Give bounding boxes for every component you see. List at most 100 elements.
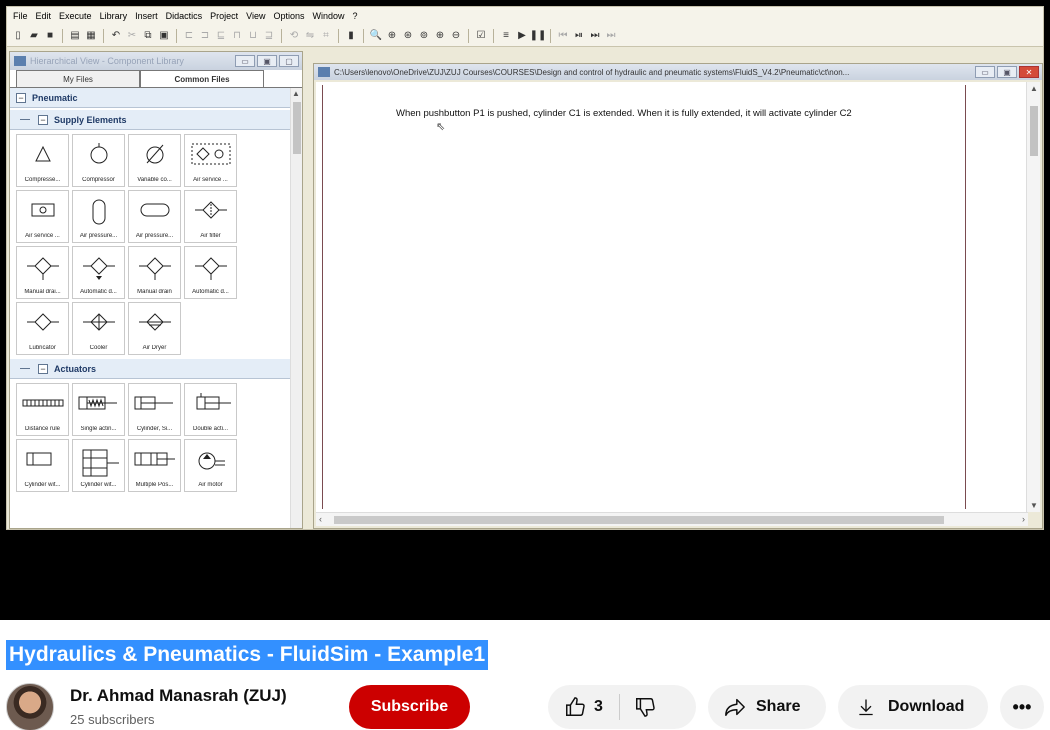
component-cylinder-with-options-2[interactable]: Cylinder wit... — [72, 439, 125, 492]
zoom-previous-icon[interactable]: ⊚ — [417, 29, 431, 43]
step-icon[interactable]: ⏯ — [572, 29, 586, 43]
thumbs-down-icon[interactable] — [634, 696, 656, 718]
zoom-all-icon[interactable]: ⊛ — [401, 29, 415, 43]
paste-icon[interactable]: ▣ — [157, 29, 171, 43]
copy-icon[interactable]: ⧉ — [141, 29, 155, 43]
align-bottom-icon[interactable]: ⊒ — [262, 29, 276, 43]
component-air-service-simplified[interactable]: Air service ... — [16, 190, 69, 243]
step-forward-icon[interactable]: ⏭ — [588, 29, 602, 43]
group-supply-elements[interactable]: − Supply Elements — [10, 110, 290, 130]
component-air-motor[interactable]: Air motor — [184, 439, 237, 492]
restore-button[interactable]: ▣ — [257, 55, 277, 67]
menu-file[interactable]: File — [9, 11, 32, 21]
undo-icon[interactable]: ↶ — [109, 29, 123, 43]
zoom-fit-icon[interactable]: 🔍 — [369, 29, 383, 43]
scroll-up-icon[interactable]: ▲ — [1030, 84, 1038, 93]
component-compressor-fixed[interactable]: Compresse... — [16, 134, 69, 187]
menu-edit[interactable]: Edit — [32, 11, 56, 21]
open-file-icon[interactable]: ▰ — [27, 29, 41, 43]
align-right-icon[interactable]: ⊑ — [214, 29, 228, 43]
component-automatic-drain-2[interactable]: Automatic d... — [184, 246, 237, 299]
menu-execute[interactable]: Execute — [55, 11, 96, 21]
group-pneumatic[interactable]: − Pneumatic — [10, 88, 290, 108]
tab-common-files[interactable]: Common Files — [140, 70, 264, 87]
component-distance-rule[interactable]: Distance rule — [16, 383, 69, 436]
menu-insert[interactable]: Insert — [131, 11, 162, 21]
collapse-icon[interactable]: − — [38, 114, 48, 125]
scroll-thumb[interactable] — [293, 102, 301, 154]
component-double-acting-cylinder[interactable]: Double acti... — [184, 383, 237, 436]
scroll-down-icon[interactable]: ▼ — [1030, 501, 1038, 510]
component-multiple-position-cylinder[interactable]: Multiple Pos... — [128, 439, 181, 492]
component-cooler[interactable]: Cooler — [72, 302, 125, 355]
minimize-button[interactable]: ▭ — [235, 55, 255, 67]
vertical-scrollbar[interactable]: ▲ ▼ — [1026, 82, 1040, 512]
horizontal-scrollbar[interactable]: ‹ › — [316, 512, 1028, 526]
menu-options[interactable]: Options — [269, 11, 308, 21]
restore-button[interactable]: ▣ — [997, 66, 1017, 78]
print-preview-icon[interactable]: ▤ — [68, 29, 82, 43]
channel-name[interactable]: Dr. Ahmad Manasrah (ZUJ) — [70, 686, 287, 706]
component-cylinder-with-options[interactable]: Cylinder wit... — [16, 439, 69, 492]
subscribe-button[interactable]: Subscribe — [349, 685, 470, 729]
zoom-window-icon[interactable]: ⊕ — [385, 29, 399, 43]
rotate-icon[interactable]: ⟲ — [287, 29, 301, 43]
like-button[interactable]: 3 — [548, 685, 603, 729]
close-button[interactable]: ✕ — [1019, 66, 1039, 78]
drawing-canvas[interactable]: When pushbutton P1 is pushed, cylinder C… — [316, 82, 1028, 512]
stop-icon[interactable]: ≡ — [499, 29, 513, 43]
component-manual-drain-2[interactable]: Manual drain — [128, 246, 181, 299]
minimize-button[interactable]: ▭ — [975, 66, 995, 78]
mirror-icon[interactable]: ⇋ — [303, 29, 317, 43]
align-top-icon[interactable]: ⊓ — [230, 29, 244, 43]
collapse-icon[interactable]: − — [38, 363, 48, 374]
scroll-up-icon[interactable]: ▲ — [292, 89, 300, 98]
download-button[interactable]: Download — [838, 685, 988, 729]
align-left-icon[interactable]: ⊏ — [182, 29, 196, 43]
component-air-dryer[interactable]: Air Dryer — [128, 302, 181, 355]
end-icon[interactable]: ⏭ — [604, 29, 618, 43]
circuit-description-text[interactable]: When pushbutton P1 is pushed, cylinder C… — [396, 108, 852, 119]
check-drawing-icon[interactable]: ☑ — [474, 29, 488, 43]
component-compressor[interactable]: Compressor — [72, 134, 125, 187]
collapse-icon[interactable]: − — [16, 92, 26, 103]
component-air-filter[interactable]: Air filter — [184, 190, 237, 243]
save-icon[interactable]: ■ — [43, 29, 57, 43]
print-icon[interactable]: ▦ — [84, 29, 98, 43]
component-lubricator[interactable]: Lubricator — [16, 302, 69, 355]
cut-icon[interactable]: ✂ — [125, 29, 139, 43]
library-scrollbar[interactable]: ▲ — [290, 88, 302, 528]
component-cylinder-single[interactable]: Cylinder, Si... — [128, 383, 181, 436]
component-air-pressure-reservoir-2[interactable]: Air pressure... — [128, 190, 181, 243]
component-air-pressure-reservoir[interactable]: Air pressure... — [72, 190, 125, 243]
menu-project[interactable]: Project — [206, 11, 242, 21]
scroll-left-icon[interactable]: ‹ — [319, 514, 322, 524]
share-button[interactable]: Share — [708, 685, 826, 729]
more-actions-button[interactable]: ••• — [1000, 685, 1044, 729]
tab-my-files[interactable]: My Files — [16, 70, 140, 87]
align-center-icon[interactable]: ⊐ — [198, 29, 212, 43]
play-icon[interactable]: ▶ — [515, 29, 529, 43]
menu-library[interactable]: Library — [96, 11, 132, 21]
zoom-in-icon[interactable]: ⊕ — [433, 29, 447, 43]
properties-icon[interactable]: ▮ — [344, 29, 358, 43]
reset-icon[interactable]: ⏮ — [556, 29, 570, 43]
component-variable-compressor[interactable]: Variable co... — [128, 134, 181, 187]
close-button[interactable]: ▢ — [279, 55, 299, 67]
menu-didactics[interactable]: Didactics — [162, 11, 207, 21]
zoom-out-icon[interactable]: ⊖ — [449, 29, 463, 43]
grid-icon[interactable]: ⌗ — [319, 29, 333, 43]
component-automatic-drain[interactable]: Automatic d... — [72, 246, 125, 299]
pause-icon[interactable]: ❚❚ — [530, 29, 547, 43]
menu-window[interactable]: Window — [309, 11, 349, 21]
video-player[interactable]: File Edit Execute Library Insert Didacti… — [0, 0, 1050, 620]
scroll-thumb[interactable] — [334, 516, 944, 524]
component-single-acting-cylinder[interactable]: Single actin... — [72, 383, 125, 436]
component-manual-drain[interactable]: Manual drai... — [16, 246, 69, 299]
menu-help[interactable]: ? — [349, 11, 362, 21]
group-actuators[interactable]: − Actuators — [10, 359, 290, 379]
scroll-right-icon[interactable]: › — [1022, 514, 1025, 524]
new-file-icon[interactable]: ▯ — [11, 29, 25, 43]
menu-view[interactable]: View — [242, 11, 269, 21]
align-middle-icon[interactable]: ⊔ — [246, 29, 260, 43]
